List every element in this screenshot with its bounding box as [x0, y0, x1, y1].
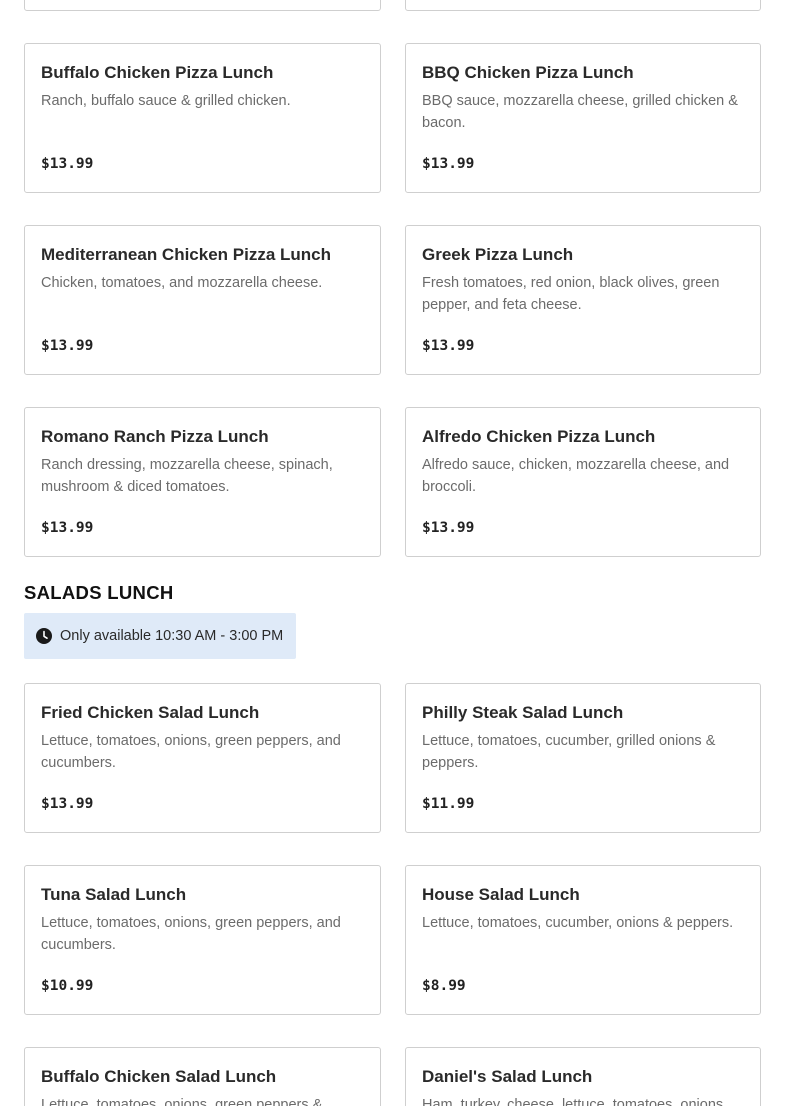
menu-item-description: Lettuce, tomatoes, cucumber, grilled oni…	[422, 733, 716, 771]
menu-item-description: Ham, turkey, cheese, lettuce, tomatoes, …	[422, 1097, 724, 1106]
menu-item-card-partial[interactable]	[24, 0, 381, 11]
menu-item-price: $13.99	[41, 156, 94, 172]
availability-text: Only available 10:30 AM - 3:00 PM	[60, 628, 284, 644]
menu-item-card[interactable]: House Salad Lunch Lettuce, tomatoes, cuc…	[405, 865, 761, 1015]
menu-item-price: $11.99	[422, 796, 475, 812]
menu-item-card[interactable]: Alfredo Chicken Pizza Lunch Alfredo sauc…	[405, 407, 761, 557]
menu-item-name: Romano Ranch Pizza Lunch	[41, 427, 269, 446]
menu-item-description: Fresh tomatoes, red onion, black olives,…	[422, 275, 720, 313]
menu-item-description: Lettuce, tomatoes, onions, green peppers…	[41, 915, 341, 953]
menu-item-card[interactable]: Daniel's Salad Lunch Ham, turkey, cheese…	[405, 1047, 761, 1106]
menu-item-card[interactable]: Philly Steak Salad Lunch Lettuce, tomato…	[405, 683, 761, 833]
menu-item-name: Alfredo Chicken Pizza Lunch	[422, 427, 656, 446]
menu-item-name: Tuna Salad Lunch	[41, 885, 187, 904]
availability-badge: Only available 10:30 AM - 3:00 PM	[24, 613, 296, 659]
clock-icon	[36, 628, 52, 644]
menu-item-description: Ranch dressing, mozzarella cheese, spina…	[41, 457, 333, 495]
menu-item-price: $13.99	[422, 338, 475, 354]
menu-item-price: $13.99	[422, 520, 475, 536]
menu-item-name: Daniel's Salad Lunch	[422, 1067, 593, 1086]
menu-item-description: BBQ sauce, mozzarella cheese, grilled ch…	[422, 93, 738, 131]
menu-item-price: $10.99	[41, 978, 94, 994]
menu-item-name: Fried Chicken Salad Lunch	[41, 703, 260, 722]
menu-item-card[interactable]: Buffalo Chicken Salad Lunch Lettuce, tom…	[24, 1047, 381, 1106]
menu-item-card[interactable]: Tuna Salad Lunch Lettuce, tomatoes, onio…	[24, 865, 381, 1015]
menu-item-card-partial[interactable]	[405, 0, 761, 11]
menu-item-description: Lettuce, tomatoes, onions, green peppers…	[41, 733, 341, 771]
menu-item-name: Buffalo Chicken Pizza Lunch	[41, 63, 274, 82]
menu-item-price: $13.99	[41, 796, 94, 812]
menu-item-description: Ranch, buffalo sauce & grilled chicken.	[41, 93, 291, 109]
menu-item-description: Alfredo sauce, chicken, mozzarella chees…	[422, 457, 730, 495]
menu-item-price: $8.99	[422, 978, 466, 994]
menu-item-price: $13.99	[41, 338, 94, 354]
menu-item-name: BBQ Chicken Pizza Lunch	[422, 63, 634, 82]
menu-item-price: $13.99	[41, 520, 94, 536]
section-title: SALADS LUNCH	[24, 582, 174, 603]
menu-item-name: Buffalo Chicken Salad Lunch	[41, 1067, 277, 1086]
menu-item-card[interactable]: Mediterranean Chicken Pizza Lunch Chicke…	[24, 225, 381, 375]
menu-item-description: Lettuce, tomatoes, onions, green peppers…	[41, 1097, 323, 1106]
menu-item-card[interactable]: Buffalo Chicken Pizza Lunch Ranch, buffa…	[24, 43, 381, 193]
menu-item-card[interactable]: Romano Ranch Pizza Lunch Ranch dressing,…	[24, 407, 381, 557]
menu-item-description: Chicken, tomatoes, and mozzarella cheese…	[41, 275, 323, 291]
menu-item-card[interactable]: Fried Chicken Salad Lunch Lettuce, tomat…	[24, 683, 381, 833]
menu-item-name: House Salad Lunch	[422, 885, 580, 904]
menu-item-name: Greek Pizza Lunch	[422, 245, 574, 264]
menu-item-price: $13.99	[422, 156, 475, 172]
menu-item-card[interactable]: Greek Pizza Lunch Fresh tomatoes, red on…	[405, 225, 761, 375]
menu-item-name: Mediterranean Chicken Pizza Lunch	[41, 245, 332, 264]
menu-item-description: Lettuce, tomatoes, cucumber, onions & pe…	[422, 915, 734, 931]
menu-item-name: Philly Steak Salad Lunch	[422, 703, 624, 722]
menu-item-card[interactable]: BBQ Chicken Pizza Lunch BBQ sauce, mozza…	[405, 43, 761, 193]
